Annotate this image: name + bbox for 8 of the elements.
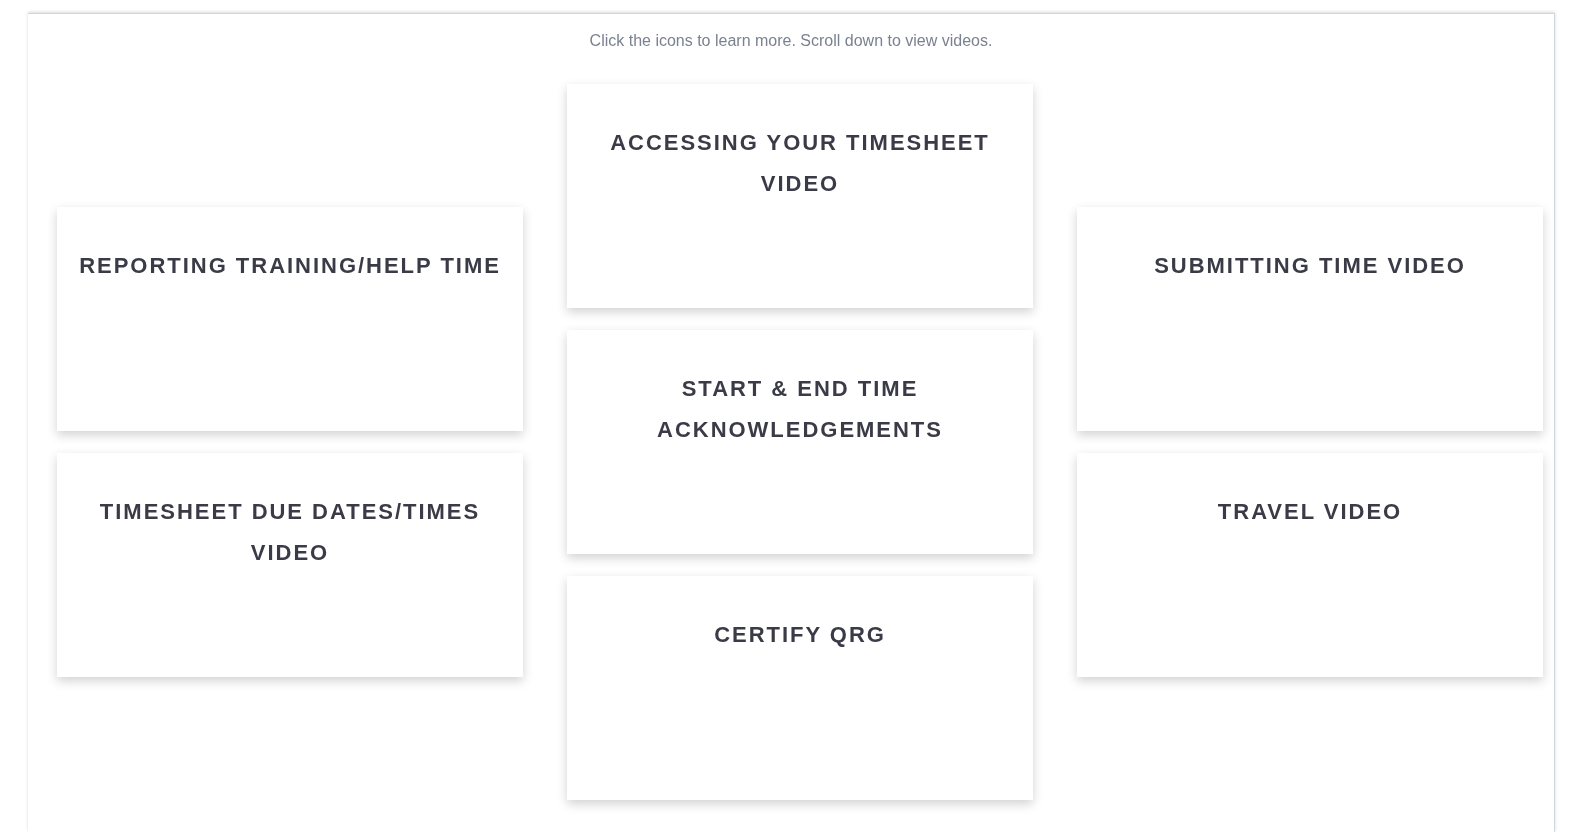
topic-card[interactable]: ACCESSING YOUR TIMESHEET VIDEO <box>567 84 1033 308</box>
topic-card[interactable]: TIMESHEET DUE DATES/TIMES VIDEO <box>57 453 523 677</box>
topic-card[interactable]: CERTIFY QRG <box>567 576 1033 800</box>
topic-card[interactable]: START & END TIME ACKNOWLEDGEMENTS <box>567 330 1033 554</box>
topic-card[interactable]: SUBMITTING TIME VIDEO <box>1077 207 1543 431</box>
topic-card[interactable]: REPORTING TRAINING/HELP TIME <box>57 207 523 431</box>
instruction-text: Click the icons to learn more. Scroll down to view videos. <box>588 31 994 51</box>
topic-card[interactable]: TRAVEL VIDEO <box>1077 453 1543 677</box>
